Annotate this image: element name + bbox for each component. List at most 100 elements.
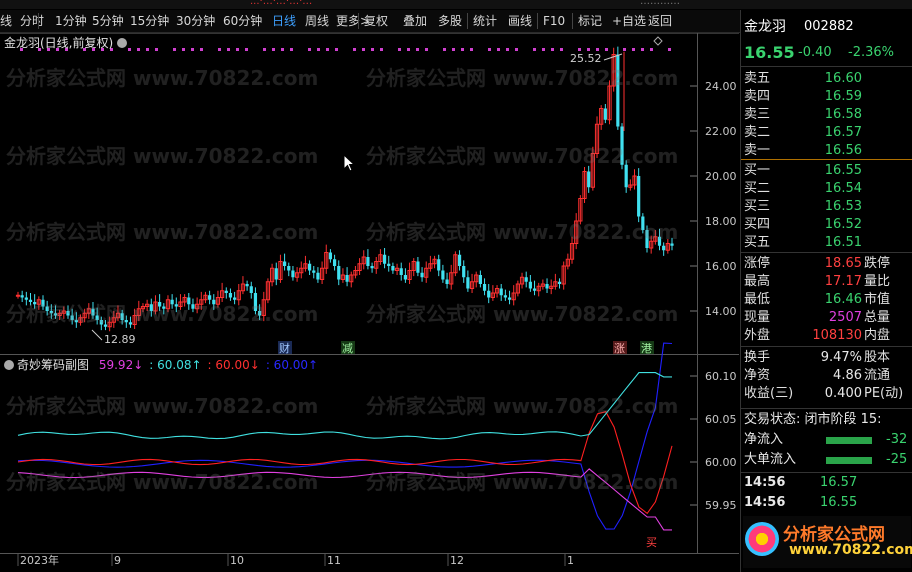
low-price-label: 12.89 (104, 333, 136, 346)
bid-label: 买三 (744, 199, 771, 214)
sub-value: : 60.08 (149, 358, 192, 372)
candle-body (399, 268, 403, 275)
series-red-line (17, 411, 673, 515)
signal-dot (425, 48, 428, 51)
stat-row: 净资 4.86 流通 (744, 367, 912, 385)
sub-tick-label: 60.05 (705, 413, 737, 426)
ask-price: 16.56 (824, 143, 862, 158)
signal-dot (245, 48, 248, 51)
candle-body (128, 322, 133, 325)
settings-icon-sub[interactable] (4, 360, 14, 370)
signal-dot (308, 48, 311, 51)
bid-row: 买五 16.51 (744, 234, 912, 252)
flow-bar (826, 437, 872, 444)
tick-row: 14:56 16.55 (744, 494, 912, 512)
candle-body (645, 230, 649, 248)
bid-row: 买二 16.54 (744, 180, 912, 198)
event-mark: 财 (279, 341, 290, 355)
signal-dot (155, 48, 158, 51)
signal-dot (218, 48, 221, 51)
flow-value: -32 (886, 432, 908, 447)
tick-time: 14:56 (744, 495, 786, 510)
candle-body (224, 290, 228, 293)
signal-dot (416, 48, 419, 51)
signal-dot (371, 48, 374, 51)
signal-dot (497, 48, 500, 51)
stat-label: 换手 (744, 350, 771, 365)
signal-dot (407, 48, 410, 51)
candle-body (287, 266, 291, 271)
candle-body (66, 311, 70, 316)
candle-body (212, 299, 216, 305)
candle-body (478, 275, 482, 284)
candle-body (15, 294, 21, 297)
candle-body (245, 284, 249, 287)
candlestick-series (15, 46, 674, 332)
candle-body (466, 277, 470, 289)
price-tick-label: 20.00 (705, 170, 737, 183)
signal-dot (281, 48, 284, 51)
ask-row: 卖三 16.58 (744, 106, 912, 124)
ask-price: 16.60 (824, 71, 862, 86)
signal-dot (650, 48, 653, 51)
candle-body (457, 254, 462, 266)
bid-row: 买三 16.53 (744, 198, 912, 216)
candle-body (603, 108, 607, 120)
candle-body (441, 270, 445, 280)
candle-body (91, 308, 95, 316)
candle-body (662, 245, 666, 251)
stat-label-2: 总量 (864, 310, 891, 325)
signal-dot (326, 48, 329, 51)
bid-price: 16.53 (824, 199, 862, 214)
candle-body (382, 254, 387, 264)
candle-body (528, 281, 532, 289)
candle-body (233, 297, 237, 300)
price-tick-label: 24.00 (705, 80, 737, 93)
candle-body (170, 299, 174, 305)
stat-value: 4.86 (833, 368, 862, 383)
signal-dot (632, 48, 635, 51)
time-tick-label: 11 (327, 554, 341, 567)
sub-value: : 60.00 (265, 358, 309, 372)
candle-body (45, 306, 49, 311)
stat-label: 最低 (744, 292, 771, 307)
bid-label: 买一 (744, 163, 771, 178)
ask-price: 16.58 (824, 107, 862, 122)
signal-dot (623, 48, 626, 51)
candle-body (507, 297, 512, 300)
stat-label: 现量 (744, 310, 771, 325)
high-price-label: 25.52 (570, 52, 602, 65)
stat-label: 最高 (744, 274, 771, 289)
signal-dot (443, 48, 446, 51)
candle-body (70, 315, 74, 320)
last-price: 16.55 (744, 43, 795, 62)
stat-label: 涨停 (744, 256, 771, 271)
main-chart-title[interactable]: 金龙羽(日线,前复权) (4, 34, 128, 51)
diamond-icon (653, 36, 663, 46)
candle-body (416, 261, 420, 273)
time-tick-label: 2023年 (20, 553, 59, 567)
candle-body (462, 266, 466, 278)
candle-body (624, 164, 628, 188)
candle-body (641, 216, 645, 230)
candle-body (387, 263, 391, 266)
time-tick-label: 1 (567, 554, 574, 567)
candle-body (637, 176, 641, 217)
sub-chart-title[interactable]: 奇妙筹码副图 59.92↓: 60.08↑: 60.00↓: 60.00↑ (4, 356, 318, 373)
ask-label: 卖二 (744, 125, 771, 140)
settings-icon[interactable] (117, 38, 128, 48)
stat-row: 外盘 108130 内盘 (744, 327, 912, 345)
signal-dot (398, 48, 401, 51)
chart-divider (0, 354, 739, 355)
candle-body (282, 261, 287, 266)
signal-dot (461, 48, 464, 51)
price-tick-label: 18.00 (705, 215, 737, 228)
stat-row: 收益(三) 0.400 PE(动) (744, 385, 912, 403)
candle-body (103, 324, 108, 327)
candle-body (33, 302, 37, 305)
signal-dot (227, 48, 230, 51)
flow-label: 大单流入 (744, 452, 797, 467)
event-mark: 港 (641, 342, 652, 355)
sub-tick-label: 60.00 (705, 456, 737, 469)
candle-body (524, 277, 528, 282)
